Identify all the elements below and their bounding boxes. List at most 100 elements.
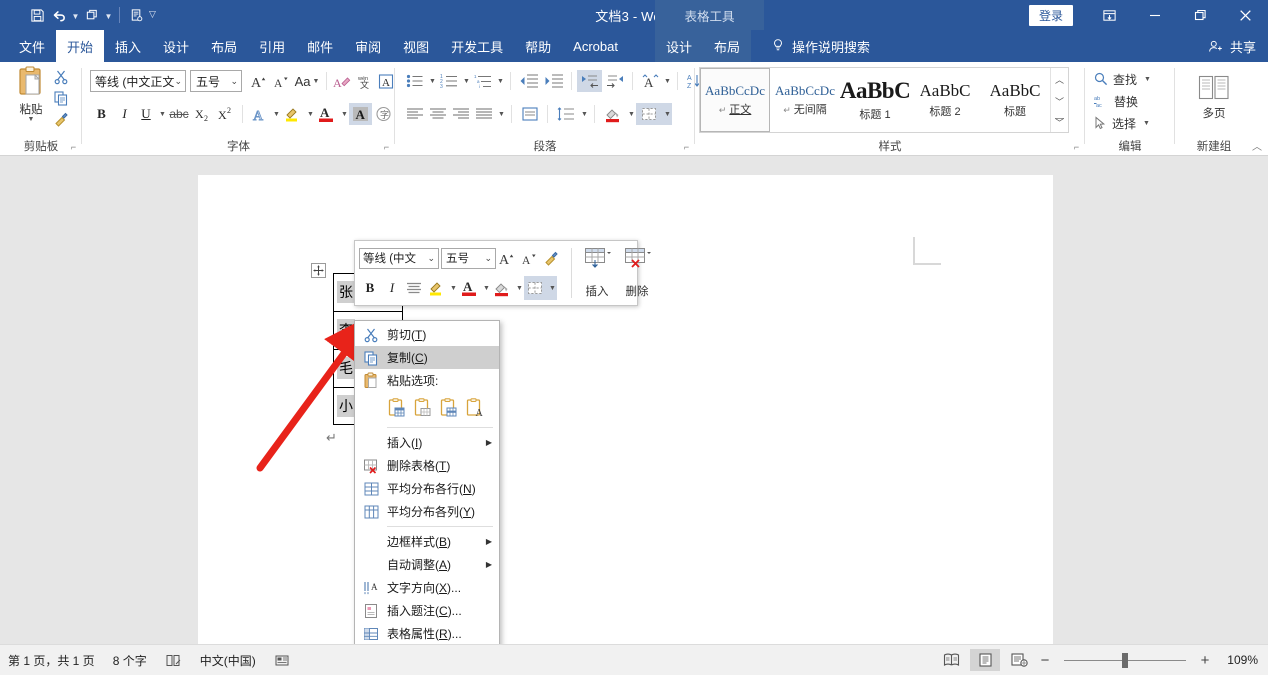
strikethrough-button[interactable]: abc bbox=[167, 103, 191, 125]
style-heading-2[interactable]: AaBbC 标题 2 bbox=[910, 68, 980, 132]
share-button[interactable]: 共享 bbox=[1208, 30, 1256, 62]
minimize-icon[interactable] bbox=[1132, 0, 1177, 30]
numbering-dropdown-icon[interactable]: ▼ bbox=[460, 70, 471, 92]
zoom-level[interactable]: 109% bbox=[1216, 653, 1258, 667]
proofing-icon[interactable] bbox=[165, 653, 182, 668]
mini-grow-font-button[interactable]: A bbox=[496, 246, 518, 270]
styles-scroll-down-icon[interactable]: ﹀ bbox=[1055, 95, 1064, 108]
tab-developer[interactable]: 开发工具 bbox=[440, 30, 514, 62]
keep-source-formatting-icon[interactable] bbox=[387, 397, 407, 419]
clipboard-dialog-launcher[interactable]: ⌐ bbox=[68, 142, 79, 153]
decrease-indent-button[interactable] bbox=[516, 70, 541, 92]
style-normal[interactable]: AaBbCcDc ↵ 正文 bbox=[700, 68, 770, 132]
copy-icon[interactable] bbox=[48, 87, 74, 108]
style-title[interactable]: AaBbC 标题 bbox=[980, 68, 1050, 132]
clear-formatting-button[interactable]: A bbox=[331, 70, 353, 92]
select-button[interactable]: 选择 ▼ bbox=[1094, 112, 1151, 134]
tab-file[interactable]: 文件 bbox=[8, 30, 56, 62]
style-no-spacing[interactable]: AaBbCcDc ↵ 无间隔 bbox=[770, 68, 840, 132]
distribute-button[interactable] bbox=[517, 103, 542, 125]
customize-qat-icon[interactable]: ▽ bbox=[147, 3, 158, 27]
text-effects-button[interactable]: A bbox=[248, 103, 270, 125]
tab-home[interactable]: 开始 bbox=[56, 30, 105, 62]
merge-table-icon[interactable] bbox=[413, 397, 433, 419]
mini-delete-table-button[interactable]: 删除 bbox=[617, 246, 657, 302]
tab-table-layout[interactable]: 布局 bbox=[703, 30, 751, 62]
italic-button[interactable]: I bbox=[113, 103, 136, 125]
character-shading-button[interactable]: A bbox=[349, 103, 372, 125]
mini-font-name-input[interactable]: 等线 (中文 ⌄ bbox=[359, 247, 439, 269]
multiple-pages-button[interactable]: 多页 bbox=[1189, 74, 1239, 121]
multilevel-list-dropdown-icon[interactable]: ▼ bbox=[494, 70, 505, 92]
tab-help[interactable]: 帮助 bbox=[514, 30, 562, 62]
save-icon[interactable] bbox=[26, 3, 48, 27]
phonetic-guide-button[interactable]: wén 文 bbox=[353, 70, 375, 92]
multilevel-list-button[interactable]: 1ai bbox=[471, 70, 494, 92]
context-menu[interactable]: 剪切(T) 复制(C) 粘贴选项: A 插入(I) ▶ 删除表格(T) 平均分布… bbox=[354, 320, 500, 675]
tab-layout[interactable]: 布局 bbox=[200, 30, 248, 62]
tab-acrobat[interactable]: Acrobat bbox=[562, 30, 629, 62]
align-right-button[interactable] bbox=[449, 103, 472, 125]
tab-review[interactable]: 审阅 bbox=[344, 30, 392, 62]
touch-mouse-mode-icon[interactable] bbox=[125, 3, 147, 27]
mini-text-highlight-button[interactable] bbox=[425, 276, 447, 300]
mini-font-size-dropdown-icon[interactable]: ⌄ bbox=[484, 249, 492, 269]
tab-references[interactable]: 引用 bbox=[248, 30, 296, 62]
ltr-text-direction-button[interactable] bbox=[577, 70, 602, 92]
zoom-in-button[interactable]: + bbox=[1198, 652, 1212, 669]
mini-shrink-font-button[interactable]: A bbox=[518, 246, 540, 270]
font-color-dropdown-icon[interactable]: ▼ bbox=[338, 103, 349, 125]
mini-format-painter-button[interactable] bbox=[540, 246, 562, 270]
ribbon-options-icon[interactable] bbox=[1087, 0, 1132, 30]
mini-font-size-input[interactable]: 五号 ⌄ bbox=[441, 247, 496, 269]
keep-text-only-icon[interactable]: A bbox=[465, 397, 485, 419]
styles-more-icon[interactable]: ﹀ bbox=[1055, 118, 1064, 128]
redo-dropdown-icon[interactable]: ▼ bbox=[103, 3, 114, 27]
restore-icon[interactable] bbox=[1177, 0, 1222, 30]
borders-button[interactable] bbox=[636, 103, 661, 125]
tab-design[interactable]: 设计 bbox=[152, 30, 200, 62]
bold-button[interactable]: B bbox=[90, 103, 113, 125]
align-left-button[interactable] bbox=[403, 103, 426, 125]
bullets-button[interactable] bbox=[403, 70, 426, 92]
undo-icon[interactable] bbox=[48, 3, 70, 27]
undo-dropdown-icon[interactable]: ▼ bbox=[70, 3, 81, 27]
menu-item-text-direction[interactable]: A 文字方向(X)... bbox=[355, 576, 499, 599]
table-move-handle[interactable] bbox=[311, 263, 326, 278]
menu-item-cut[interactable]: 剪切(T) bbox=[355, 323, 499, 346]
word-count[interactable]: 8 个字 bbox=[113, 652, 147, 669]
mini-italic-button[interactable]: I bbox=[381, 276, 403, 300]
rtl-text-direction-button[interactable] bbox=[602, 70, 627, 92]
find-dropdown-icon[interactable]: ▼ bbox=[1144, 76, 1151, 83]
underline-dropdown-icon[interactable]: ▼ bbox=[156, 103, 167, 125]
mini-toolbar[interactable]: 等线 (中文 ⌄ 五号 ⌄ A A B I ▼ A ▼ ▼ ▼ 插入 删除 bbox=[354, 240, 651, 306]
menu-item-delete-table[interactable]: 删除表格(T) bbox=[355, 454, 499, 477]
menu-item-distribute-columns[interactable]: 平均分布各列(Y) bbox=[355, 500, 499, 523]
mini-borders-button[interactable] bbox=[524, 276, 546, 300]
tab-insert[interactable]: 插入 bbox=[104, 30, 152, 62]
menu-item-insert-caption[interactable]: 插入题注(C)... bbox=[355, 599, 499, 622]
find-button[interactable]: 查找 ▼ bbox=[1094, 68, 1151, 90]
sort-phonetic-dropdown-icon[interactable]: ▼ bbox=[661, 70, 672, 92]
replace-button[interactable]: ab ac 替换 bbox=[1094, 90, 1151, 112]
change-case-dropdown-icon[interactable]: ▼ bbox=[312, 78, 319, 85]
format-painter-icon[interactable] bbox=[48, 108, 74, 129]
read-mode-button[interactable] bbox=[936, 649, 966, 671]
menu-item-copy[interactable]: 复制(C) bbox=[355, 346, 499, 369]
mini-shading-button[interactable] bbox=[491, 276, 513, 300]
font-dialog-launcher[interactable]: ⌐ bbox=[381, 142, 392, 153]
borders-dropdown-icon[interactable]: ▼ bbox=[661, 103, 672, 125]
document-area[interactable]: 张 李 毛 小 ↵ bbox=[0, 156, 1268, 644]
mini-align-button[interactable] bbox=[403, 276, 425, 300]
font-size-dropdown-icon[interactable]: ⌄ bbox=[230, 71, 238, 91]
line-spacing-button[interactable] bbox=[553, 103, 578, 125]
styles-scroll-up-icon[interactable]: ︿ bbox=[1055, 73, 1064, 86]
styles-dialog-launcher[interactable]: ⌐ bbox=[1071, 142, 1082, 153]
increase-indent-button[interactable] bbox=[541, 70, 566, 92]
page-info[interactable]: 第 1 页，共 1 页 bbox=[8, 652, 95, 669]
text-effects-dropdown-icon[interactable]: ▼ bbox=[270, 103, 281, 125]
shrink-font-button[interactable]: A bbox=[270, 70, 292, 92]
shading-dropdown-icon[interactable]: ▼ bbox=[625, 103, 636, 125]
justify-button[interactable] bbox=[472, 103, 495, 125]
sort-phonetic-button[interactable]: A bbox=[638, 70, 661, 92]
